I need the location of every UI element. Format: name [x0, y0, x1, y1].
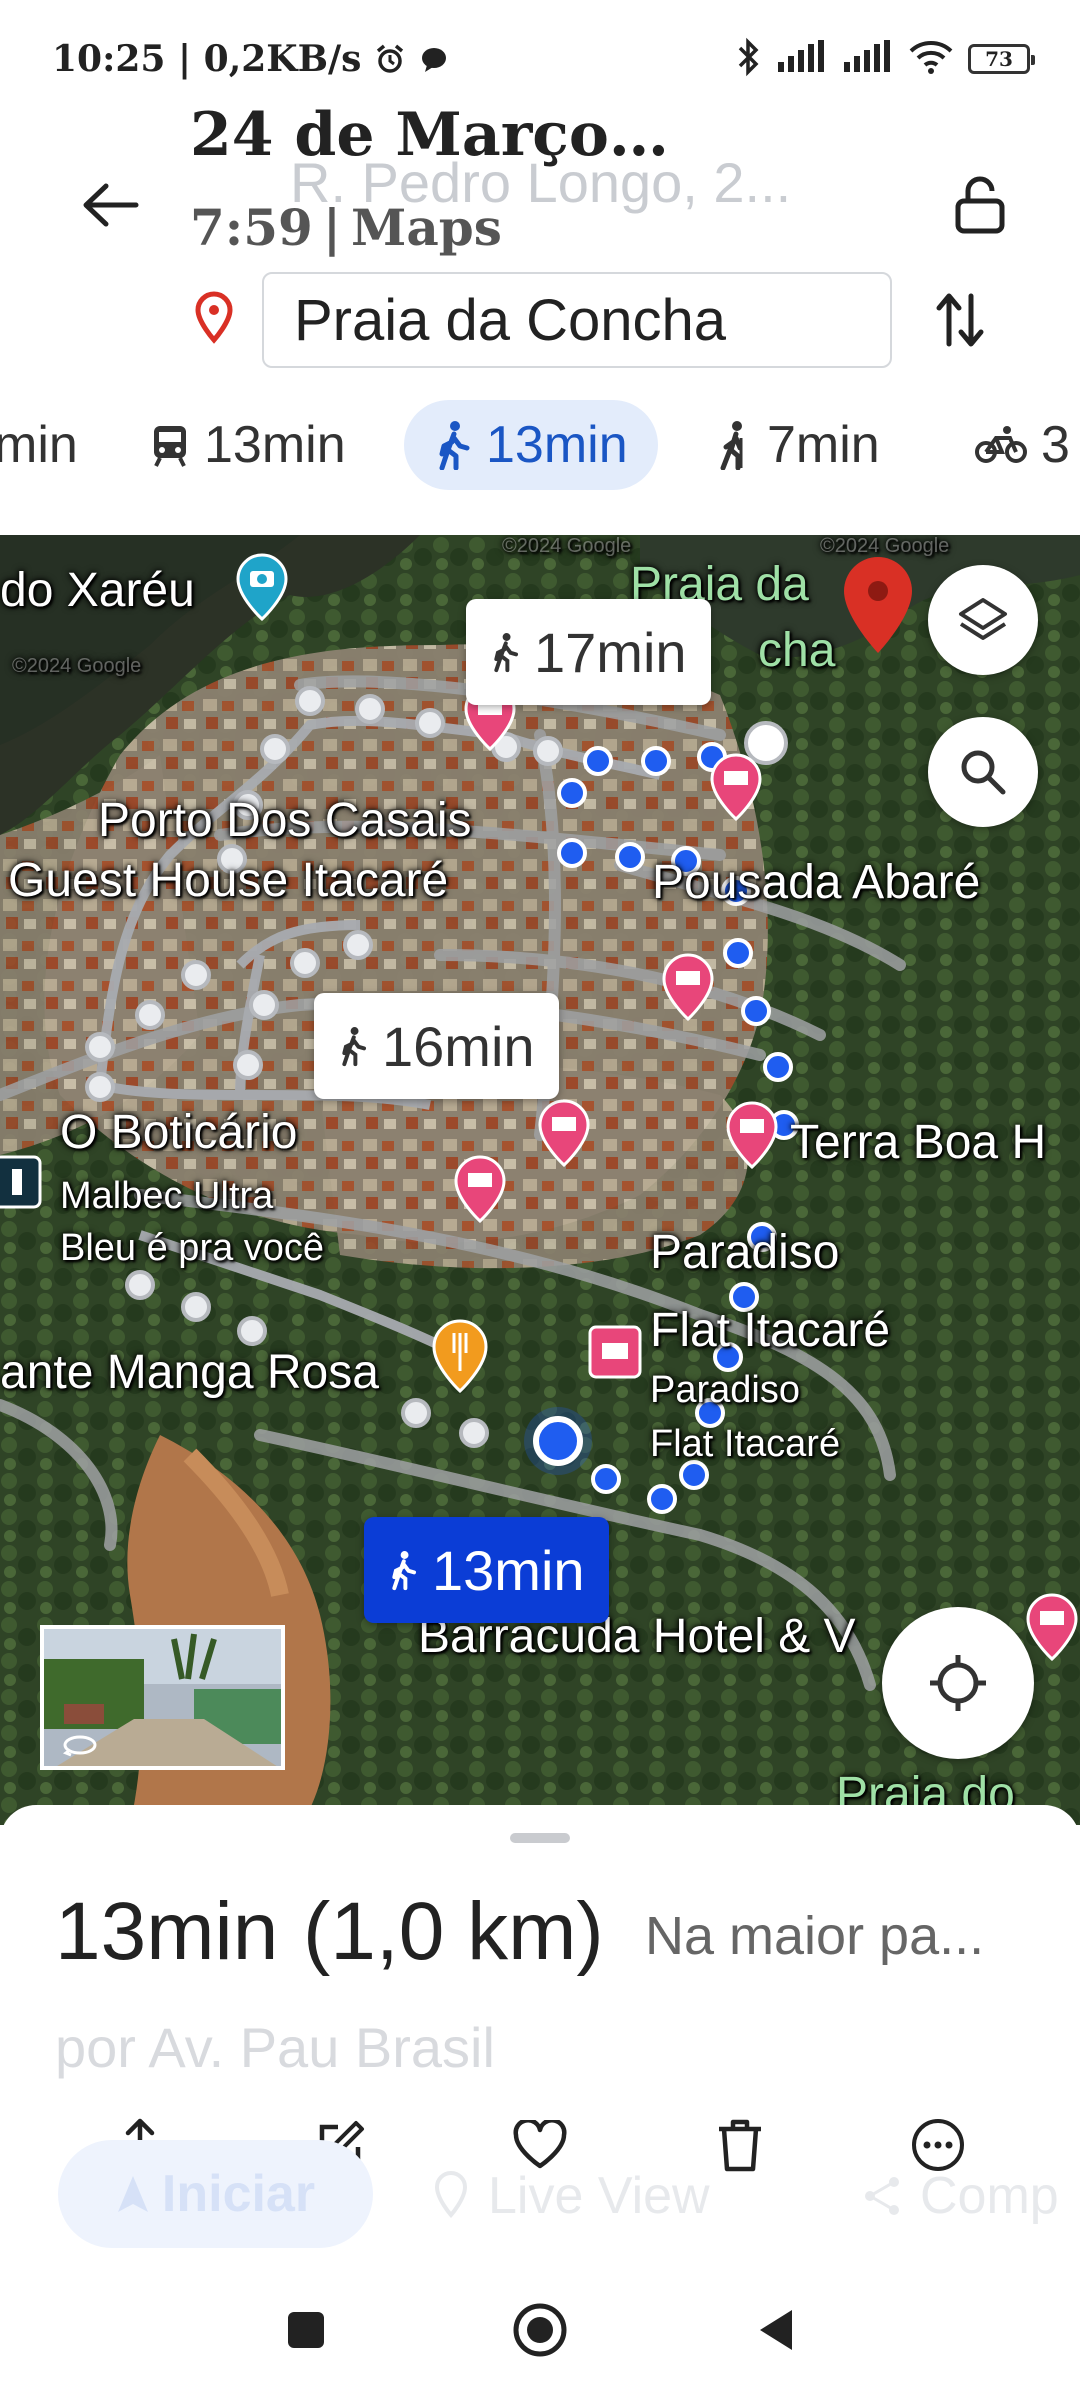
destination-pin-icon: [192, 290, 236, 346]
destination-field[interactable]: Praia da Concha: [262, 272, 892, 368]
tab-walk[interactable]: 13min: [404, 400, 658, 490]
layers-button[interactable]: [928, 565, 1038, 675]
map-label-xareu: do Xaréu: [0, 564, 195, 617]
map-label-porto: Porto Dos Casais: [98, 794, 472, 847]
route-duration: 13min: [55, 1886, 279, 1977]
route-distance: (1,0 km): [303, 1886, 604, 1977]
square-icon: [288, 2312, 324, 2348]
map-label-guesthouse: Guest House Itacaré: [8, 854, 449, 907]
map-copyright-3: ©2024 Google: [12, 655, 142, 677]
start-navigation-button[interactable]: Iniciar: [58, 2140, 373, 2248]
ride-icon: [720, 421, 743, 470]
status-bar: 10:25 | 0,2KB/s 73: [0, 0, 1080, 110]
map-label-concha: cha: [758, 624, 836, 677]
bike-icon: [975, 426, 1027, 463]
map-label-paradiso-2: Paradiso: [650, 1369, 800, 1411]
map-label-terra: Terra Boa H: [790, 1116, 1047, 1169]
map-copyright: ©2024 Google: [502, 535, 632, 557]
back-button[interactable]: [70, 170, 150, 240]
alarm-icon: [374, 38, 419, 80]
share-route-button[interactable]: Comp: [860, 2166, 1059, 2226]
my-location-button[interactable]: [882, 1607, 1034, 1759]
triangle-back-icon: [760, 2310, 792, 2350]
swap-button[interactable]: [920, 280, 1000, 360]
chat-icon: [419, 38, 449, 80]
tab-drive[interactable]: min: [0, 400, 78, 490]
share-nodes-icon: [865, 2177, 899, 2215]
lock-icon: [955, 176, 1005, 234]
map-label-pousada: Pousada Abaré: [652, 856, 981, 909]
back-nav-button[interactable]: [736, 2290, 816, 2370]
map-label-malbec: Malbec Ultra: [60, 1175, 274, 1217]
map-label-bleu: Bleu é pra você: [60, 1227, 325, 1269]
transit-icon: [154, 426, 186, 467]
my-location-icon: [930, 1655, 986, 1711]
notification-subtitle: 7:59 | Maps: [190, 198, 502, 257]
system-nav-bar: [0, 2260, 1080, 2400]
battery-indicator: 73: [968, 44, 1035, 74]
map-label-flat: Flat Itacaré: [650, 1304, 891, 1357]
walk-icon: [392, 1551, 417, 1591]
search-icon: [961, 750, 1006, 795]
tab-bike[interactable]: 3: [975, 400, 1070, 490]
signal-icon: [776, 39, 828, 79]
status-icons: 73: [736, 37, 1035, 82]
home-circle-icon: [513, 2303, 567, 2357]
navigation-arrow-icon: [117, 2176, 148, 2212]
map-label-paradiso: Paradiso: [650, 1226, 840, 1279]
notification-title: 24 de Março…: [190, 100, 669, 170]
route-callout-17min[interactable]: 17min: [466, 599, 711, 705]
walk-icon: [439, 421, 470, 470]
search-button[interactable]: [928, 717, 1038, 827]
map-label-boticario: O Boticário: [60, 1106, 298, 1159]
arrow-back-icon: [83, 183, 139, 227]
swap-vertical-icon: [936, 293, 984, 347]
tab-transit[interactable]: 13min: [150, 400, 346, 490]
route-callout-16min[interactable]: 16min: [314, 993, 559, 1099]
map-copyright-2: ©2024 Google: [820, 535, 950, 557]
route-via: por Av. Pau Brasil: [55, 2016, 495, 2079]
status-time: 10:25 | 0,2KB/s: [52, 38, 449, 80]
street-view-thumbnail[interactable]: [40, 1625, 285, 1770]
bluetooth-icon: [736, 37, 762, 82]
map-label-manga-rosa: ante Manga Rosa: [0, 1346, 379, 1399]
walk-icon: [342, 1027, 367, 1067]
tab-ride[interactable]: 7min: [715, 400, 880, 490]
live-view-button[interactable]: Live View: [430, 2166, 710, 2226]
layers-icon: [959, 598, 1007, 640]
home-button[interactable]: [500, 2290, 580, 2370]
signal-icon-2: [842, 39, 894, 79]
sheet-drag-handle[interactable]: [510, 1833, 570, 1843]
street-view-360-icon: [62, 1733, 98, 1762]
lock-button[interactable]: [940, 170, 1020, 240]
route-callout-13min[interactable]: 13min: [364, 1517, 609, 1623]
faded-bottom-controls: Iniciar Live View Comp: [0, 2140, 1080, 2250]
travel-mode-tabs: min 13min 13min 7min 3: [0, 400, 1080, 490]
map-view[interactable]: do Xaréu ©2024 Google ©2024 Google ©2024…: [0, 535, 1080, 1825]
route-description: Na maior pa...: [645, 1906, 985, 1966]
live-view-icon: [434, 2171, 468, 2219]
wifi-icon: [908, 39, 954, 80]
recents-button[interactable]: [266, 2290, 346, 2370]
screen: 10:25 | 0,2KB/s 73 R. Pedro Longo, 2... …: [0, 0, 1080, 2400]
walk-icon: [494, 633, 519, 673]
map-label-flat-2: Flat Itacaré: [650, 1423, 841, 1465]
